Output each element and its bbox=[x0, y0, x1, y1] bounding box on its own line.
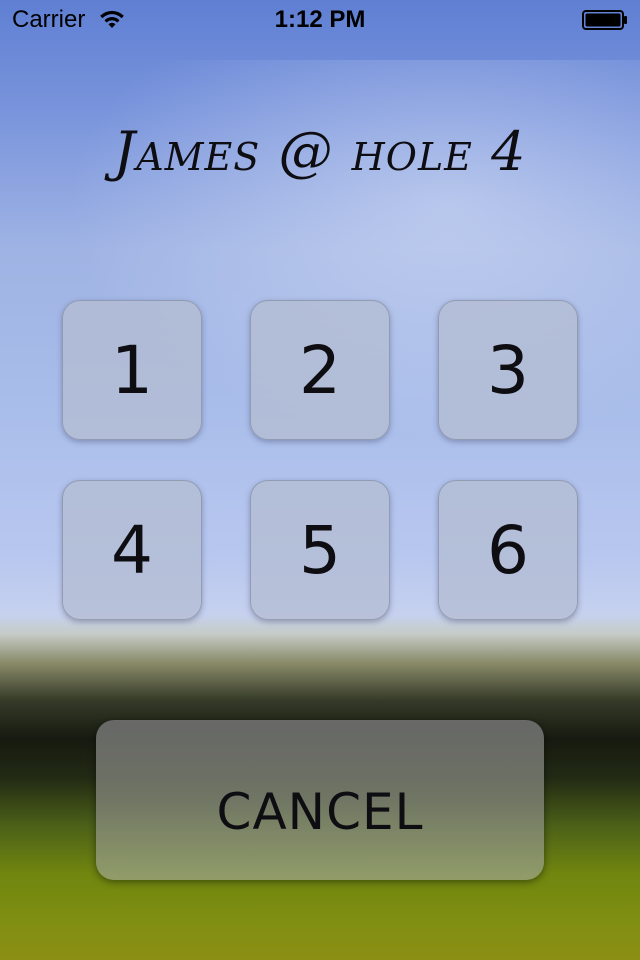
hole-button-2[interactable]: 2 bbox=[250, 300, 390, 440]
page-title: James @ hole 4 bbox=[113, 120, 527, 183]
cancel-button[interactable]: CANCEL bbox=[96, 720, 544, 880]
hole-button-label: 5 bbox=[299, 511, 341, 589]
hole-button-label: 2 bbox=[299, 331, 341, 409]
hole-button-4[interactable]: 4 bbox=[62, 480, 202, 620]
hole-button-label: 1 bbox=[111, 331, 153, 409]
hole-button-6[interactable]: 6 bbox=[438, 480, 578, 620]
status-time: 1:12 PM bbox=[274, 6, 366, 33]
battery-icon bbox=[582, 10, 627, 30]
cancel-button-label: CANCEL bbox=[216, 783, 424, 841]
hole-button-5[interactable]: 5 bbox=[250, 480, 390, 620]
hole-button-label: 4 bbox=[111, 511, 153, 589]
hole-button-label: 6 bbox=[487, 511, 529, 589]
hole-button-label: 3 bbox=[487, 331, 529, 409]
hole-button-3[interactable]: 3 bbox=[438, 300, 578, 440]
hole-button-1[interactable]: 1 bbox=[62, 300, 202, 440]
status-bar: Carrier 1:12 PM bbox=[0, 0, 640, 40]
